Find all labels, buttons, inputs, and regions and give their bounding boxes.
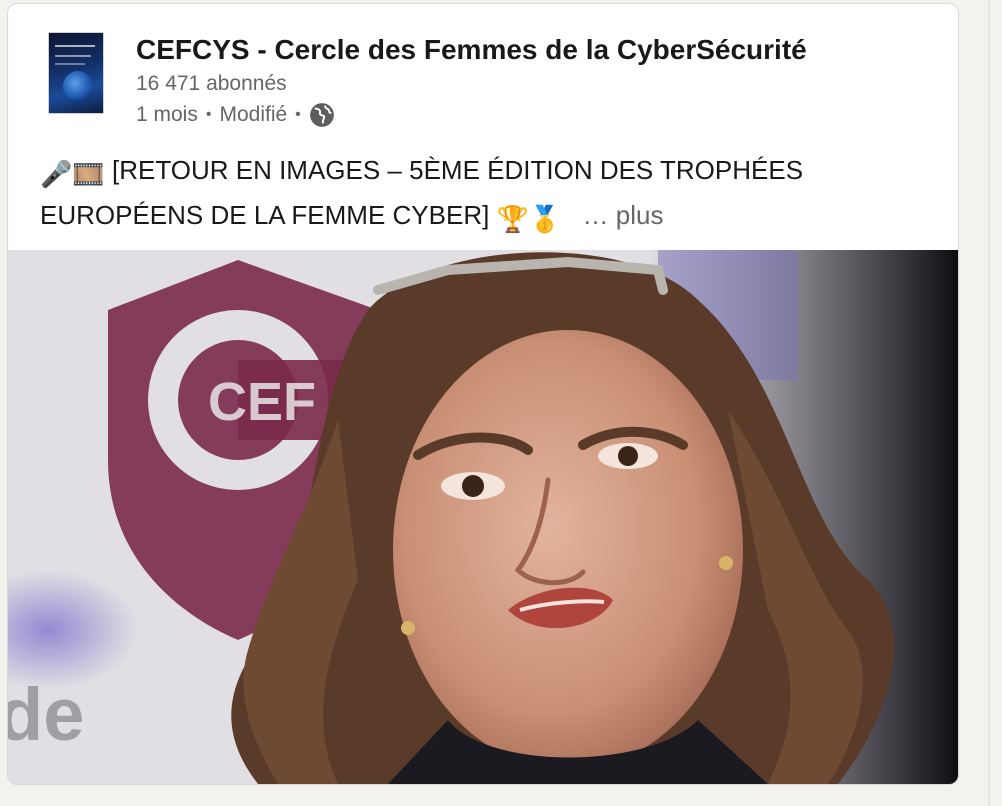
video-frame-illustration: CEF de <box>8 250 958 784</box>
post-commentary: 🎤🎞️ [RETOUR EN IMAGES – 5ÈME ÉDITION DES… <box>40 150 940 240</box>
post-text-body: [RETOUR EN IMAGES – 5ÈME ÉDITION DES TRO… <box>40 155 804 230</box>
feed-right-gutter <box>966 0 1002 806</box>
meta-separator: • <box>295 106 301 123</box>
trophy-medal-emoji: 🏆🥇 <box>496 204 562 234</box>
feed-post-card: CEFCYS - Cercle des Femmes de la CyberSé… <box>7 3 959 785</box>
see-more-link[interactable]: … plus <box>583 200 664 230</box>
globe-icon <box>309 102 335 128</box>
background-watermark-text: de <box>8 673 84 756</box>
post-timestamp[interactable]: 1 mois <box>136 103 198 127</box>
post-meta: 1 mois • Modifié • <box>136 102 335 128</box>
company-name-link[interactable]: CEFCYS - Cercle des Femmes de la CyberSé… <box>136 34 807 66</box>
background-logo-text: CEF <box>208 372 316 432</box>
post-video-thumbnail[interactable]: CEF de <box>8 250 958 784</box>
microphone-film-emoji: 🎤🎞️ <box>40 159 105 189</box>
company-logo-avatar[interactable] <box>48 32 104 114</box>
divider <box>988 0 990 806</box>
meta-separator: • <box>205 106 212 123</box>
follower-count: 16 471 abonnés <box>136 72 287 95</box>
edited-label: Modifié <box>219 103 288 126</box>
